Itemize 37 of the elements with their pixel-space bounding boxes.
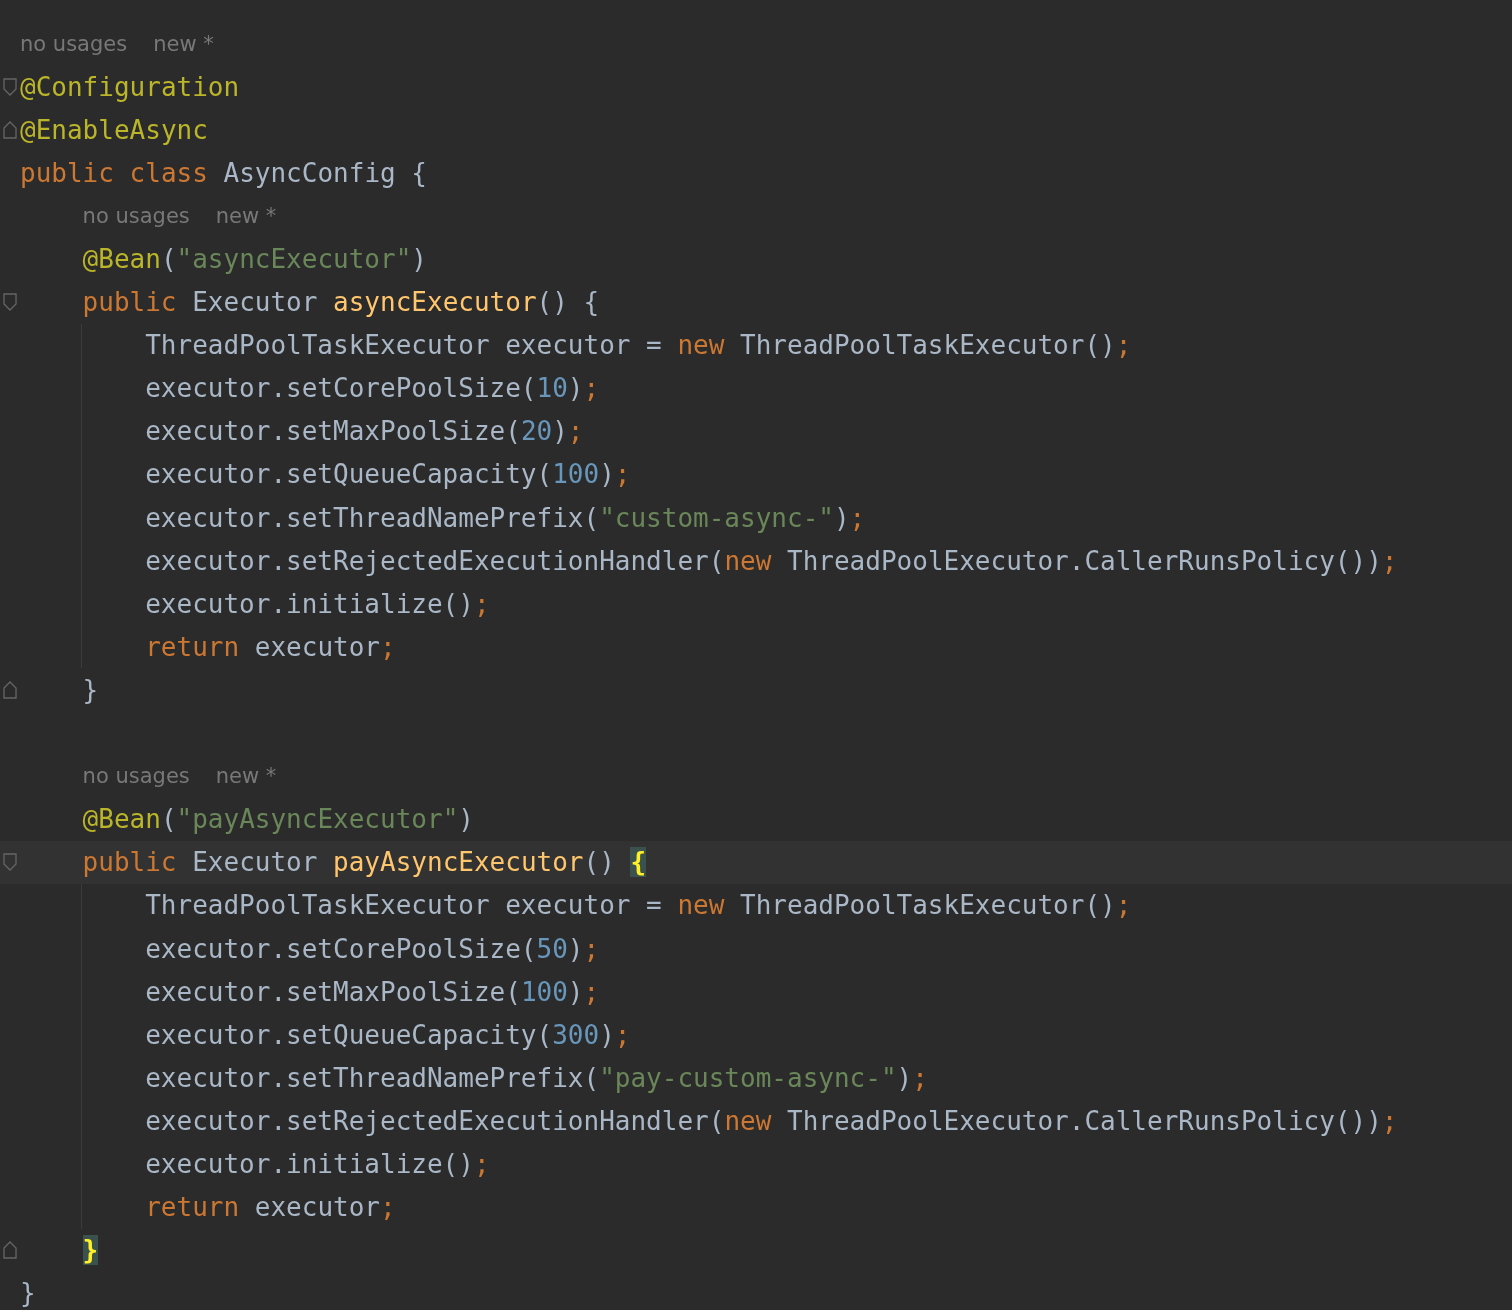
usage-hint[interactable]: new * xyxy=(215,203,277,228)
fold-icon[interactable] xyxy=(3,853,17,872)
usage-hint[interactable]: no usages xyxy=(82,764,190,789)
usage-hint[interactable]: no usages xyxy=(20,31,128,56)
code-line: } xyxy=(20,1278,36,1309)
code-line: public Executor asyncExecutor() { xyxy=(82,287,600,318)
code-line: executor.setMaxPoolSize(20); xyxy=(145,416,584,447)
fold-icon[interactable] xyxy=(3,1241,17,1260)
code-line: executor.setQueueCapacity(300); xyxy=(145,1019,631,1050)
code-line: executor.setMaxPoolSize(100); xyxy=(145,976,600,1007)
code-line: executor.setCorePoolSize(10); xyxy=(145,373,600,404)
fold-icon[interactable] xyxy=(3,293,17,312)
code-line: executor.setRejectedExecutionHandler(new ThreadPoolExecutor.CallerRunsPolicy()); xyxy=(145,1105,1398,1136)
code-line: executor.setThreadNamePrefix("pay-custom-async-"); xyxy=(145,1062,928,1093)
usage-hint[interactable]: new * xyxy=(215,764,277,789)
usage-hint[interactable]: no usages xyxy=(82,203,190,228)
code-line: ThreadPoolTaskExecutor executor = new ThreadPoolTaskExecutor(); xyxy=(145,890,1132,921)
code-line: @EnableAsync xyxy=(20,114,208,145)
code-line: executor.setQueueCapacity(100); xyxy=(145,459,631,490)
code-line: } xyxy=(82,674,99,705)
fold-icon[interactable] xyxy=(3,77,17,96)
fold-icon[interactable] xyxy=(3,680,17,699)
fold-icon[interactable] xyxy=(3,120,17,139)
code-line: executor.setCorePoolSize(50); xyxy=(145,933,600,964)
code-line: return executor; xyxy=(145,631,396,662)
code-line: @Bean("payAsyncExecutor") xyxy=(82,804,474,835)
code-line: executor.setThreadNamePrefix("custom-async-"); xyxy=(145,502,866,533)
code-line: executor.initialize(); xyxy=(145,1149,490,1179)
code-line: @Bean("asyncExecutor") xyxy=(82,244,427,274)
code-line: ThreadPoolTaskExecutor executor = new ThreadPoolTaskExecutor(); xyxy=(145,330,1132,361)
code-line: return executor; xyxy=(145,1192,396,1223)
usage-hint[interactable]: new * xyxy=(153,31,214,56)
code-line: executor.setRejectedExecutionHandler(new ThreadPoolExecutor.CallerRunsPolicy()); xyxy=(145,545,1398,576)
code-line: executor.initialize(); xyxy=(145,588,490,619)
code-line: @Configuration xyxy=(20,71,240,102)
code-line: public class AsyncConfig { xyxy=(20,157,427,188)
code-line: public Executor payAsyncExecutor() { xyxy=(82,847,647,878)
